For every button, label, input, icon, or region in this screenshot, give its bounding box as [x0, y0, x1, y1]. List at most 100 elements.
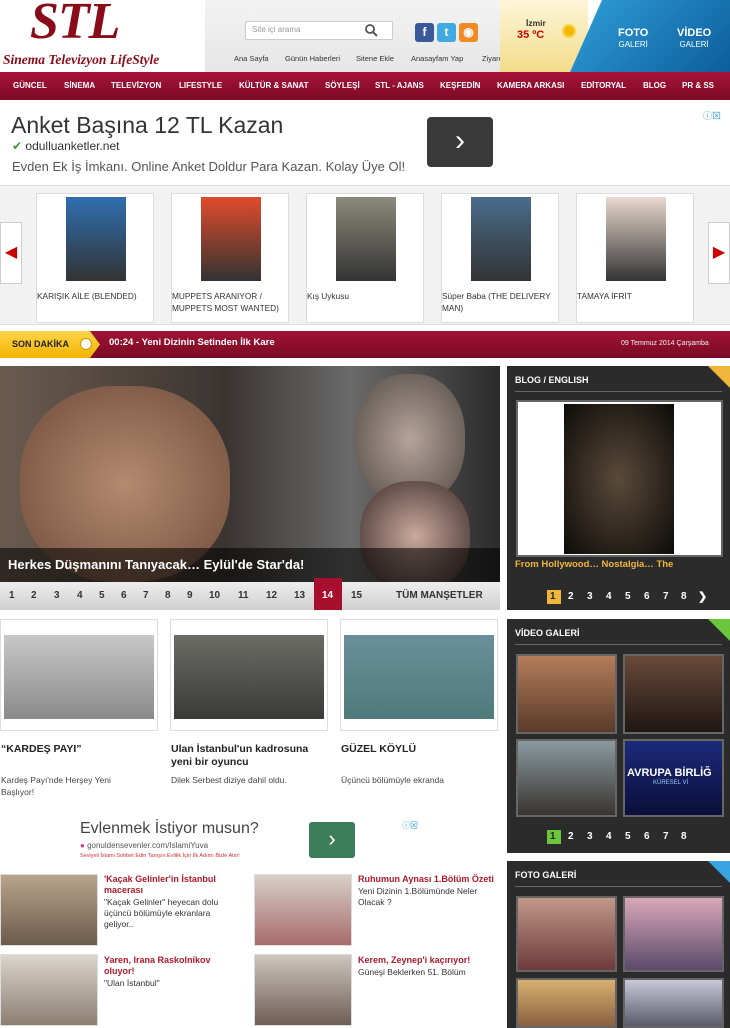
- ad-title[interactable]: Evlenmek İstiyor musun?: [80, 820, 259, 838]
- nav-blog[interactable]: BLOG: [643, 81, 666, 90]
- page-8[interactable]: 8: [165, 590, 171, 601]
- video-page-8[interactable]: 8: [681, 831, 687, 842]
- page-3[interactable]: 3: [54, 590, 60, 601]
- nav-editoryal[interactable]: EDİTORYAL: [581, 81, 626, 90]
- carousel-item[interactable]: MUPPETS ARANIYOR / MUPPETS MOST WANTED): [171, 193, 289, 323]
- carousel-next-button[interactable]: ▶: [708, 222, 730, 284]
- page-10[interactable]: 10: [209, 590, 220, 601]
- page-5[interactable]: 5: [99, 590, 105, 601]
- blog-page-7[interactable]: 7: [663, 591, 669, 602]
- blog-page-5[interactable]: 5: [625, 591, 631, 602]
- nav-soylesi[interactable]: SÖYLEŞİ: [325, 81, 360, 90]
- news-title[interactable]: Kerem, Zeynep'i kaçırıyor!: [358, 955, 500, 966]
- carousel-item[interactable]: KARIŞIK AİLE (BLENDED): [36, 193, 154, 323]
- twitter-icon[interactable]: t: [437, 23, 456, 42]
- news-title[interactable]: 'Kaçak Gelinler'in İstanbul macerası: [104, 874, 234, 896]
- ad-url[interactable]: ● gonuldensevenler.com/IslamiYuva: [80, 841, 208, 850]
- carousel-item[interactable]: Kış Uykusu: [306, 193, 424, 323]
- news-title[interactable]: Yaren, Irana Raskolnikov oluyor!: [104, 955, 234, 977]
- link-anasayfam-yap[interactable]: Anasayfam Yap: [411, 54, 463, 63]
- carousel-item[interactable]: Süper Baba (THE DELIVERY MAN): [441, 193, 559, 323]
- photo-thumb[interactable]: [623, 978, 724, 1028]
- ad-title[interactable]: Anket Başına 12 TL Kazan: [11, 112, 283, 139]
- link-sitene-ekle[interactable]: Sitene Ekle: [356, 54, 394, 63]
- video-page-active[interactable]: 1: [547, 830, 561, 844]
- blog-caption[interactable]: From Hollywood… Nostalgia… The: [515, 559, 673, 570]
- foto-header[interactable]: FOTO GALERİ: [515, 870, 576, 880]
- blog-image[interactable]: [516, 400, 723, 557]
- news-title[interactable]: Ruhumun Aynası 1.Bölüm Özeti: [358, 874, 500, 885]
- video-thumb[interactable]: [516, 654, 617, 734]
- blog-page-6[interactable]: 6: [644, 591, 650, 602]
- carousel-item[interactable]: TAMAYA İFRİT: [576, 193, 694, 323]
- photo-thumb[interactable]: [516, 978, 617, 1028]
- news-card[interactable]: [0, 619, 158, 731]
- page-4[interactable]: 4: [77, 590, 83, 601]
- foto-galeri-button[interactable]: FOTO GALERİ: [618, 28, 648, 50]
- page-7[interactable]: 7: [143, 590, 149, 601]
- all-headlines-link[interactable]: TÜM MANŞETLER: [396, 590, 483, 601]
- link-ana-sayfa[interactable]: Ana Sayfa: [234, 54, 269, 63]
- page-1[interactable]: 1: [9, 590, 15, 601]
- news-thumb[interactable]: [0, 874, 98, 946]
- video-galeri-button[interactable]: VİDEO GALERİ: [677, 28, 711, 50]
- news-thumb[interactable]: [254, 954, 352, 1026]
- ad-arrow-button[interactable]: ›: [309, 822, 355, 858]
- slider-caption[interactable]: Herkes Düşmanını Tanıyacak… Eylül'de Sta…: [0, 548, 500, 582]
- site-logo[interactable]: STL Sinema Televizyon LifeStyle: [0, 0, 205, 72]
- nav-guncel[interactable]: GÜNCEL: [13, 81, 47, 90]
- nav-pr-ss[interactable]: PR & SS: [682, 81, 714, 90]
- adchoices-icon[interactable]: ⓘ⊠: [703, 109, 727, 121]
- nav-lifestyle[interactable]: LIFESTYLE: [179, 81, 222, 90]
- page-11[interactable]: 11: [238, 590, 249, 601]
- video-page-2[interactable]: 2: [568, 831, 574, 842]
- video-page-4[interactable]: 4: [606, 831, 612, 842]
- photo-thumb[interactable]: [516, 896, 617, 972]
- facebook-icon[interactable]: f: [415, 23, 434, 42]
- carousel-label[interactable]: Kış Uykusu: [307, 290, 425, 302]
- nav-televizyon[interactable]: TELEVİZYON: [111, 81, 161, 90]
- blog-page-8[interactable]: 8: [681, 591, 687, 602]
- video-thumb[interactable]: AVRUPA BİRLİĞ KÜRESEL Vİ: [623, 739, 724, 817]
- video-page-6[interactable]: 6: [644, 831, 650, 842]
- carousel-prev-button[interactable]: ◀: [0, 222, 22, 284]
- page-6[interactable]: 6: [121, 590, 127, 601]
- ad-arrow-button[interactable]: ›: [427, 117, 493, 167]
- carousel-label[interactable]: Süper Baba (THE DELIVERY MAN): [442, 290, 560, 314]
- nav-kultur-sanat[interactable]: KÜLTÜR & SANAT: [239, 81, 308, 90]
- blog-page-3[interactable]: 3: [587, 591, 593, 602]
- rss-icon[interactable]: ◉: [459, 23, 478, 42]
- search-icon[interactable]: [364, 23, 378, 37]
- carousel-label[interactable]: TAMAYA İFRİT: [577, 290, 695, 302]
- news-title[interactable]: GÜZEL KÖYLÜ: [341, 743, 499, 756]
- news-title[interactable]: “KARDEŞ PAYI”: [1, 743, 159, 756]
- page-2[interactable]: 2: [31, 590, 37, 601]
- news-card[interactable]: [340, 619, 498, 731]
- page-12[interactable]: 12: [266, 590, 277, 601]
- video-page-7[interactable]: 7: [663, 831, 669, 842]
- blog-page-active[interactable]: 1: [547, 590, 561, 604]
- video-header[interactable]: VİDEO GALERİ: [515, 628, 580, 638]
- news-thumb[interactable]: [0, 954, 98, 1026]
- news-card[interactable]: [170, 619, 328, 731]
- nav-kamera-arkasi[interactable]: KAMERA ARKASI: [497, 81, 564, 90]
- blog-header[interactable]: BLOG / ENGLISH: [515, 375, 589, 385]
- page-9[interactable]: 9: [187, 590, 193, 601]
- video-thumb[interactable]: [516, 739, 617, 817]
- page-13[interactable]: 13: [294, 590, 305, 601]
- news-thumb[interactable]: [254, 874, 352, 946]
- blog-page-4[interactable]: 4: [606, 591, 612, 602]
- video-page-5[interactable]: 5: [625, 831, 631, 842]
- news-title[interactable]: Ulan İstanbul'un kadrosuna yeni bir oyun…: [171, 743, 331, 769]
- page-14-active[interactable]: 14: [314, 578, 342, 610]
- video-page-3[interactable]: 3: [587, 831, 593, 842]
- nav-stl-ajans[interactable]: STL - AJANS: [375, 81, 424, 90]
- chevron-right-icon[interactable]: ❯: [698, 590, 707, 603]
- breaking-news-link[interactable]: 00:24 - Yeni Dizinin Setinden İlk Kare: [109, 337, 275, 348]
- adchoices-icon[interactable]: ⓘ⊠: [402, 820, 418, 831]
- nav-kesfedin[interactable]: KEŞFEDİN: [440, 81, 480, 90]
- page-15[interactable]: 15: [351, 590, 362, 601]
- nav-sinema[interactable]: SİNEMA: [64, 81, 95, 90]
- carousel-label[interactable]: KARIŞIK AİLE (BLENDED): [37, 290, 155, 302]
- video-thumb[interactable]: [623, 654, 724, 734]
